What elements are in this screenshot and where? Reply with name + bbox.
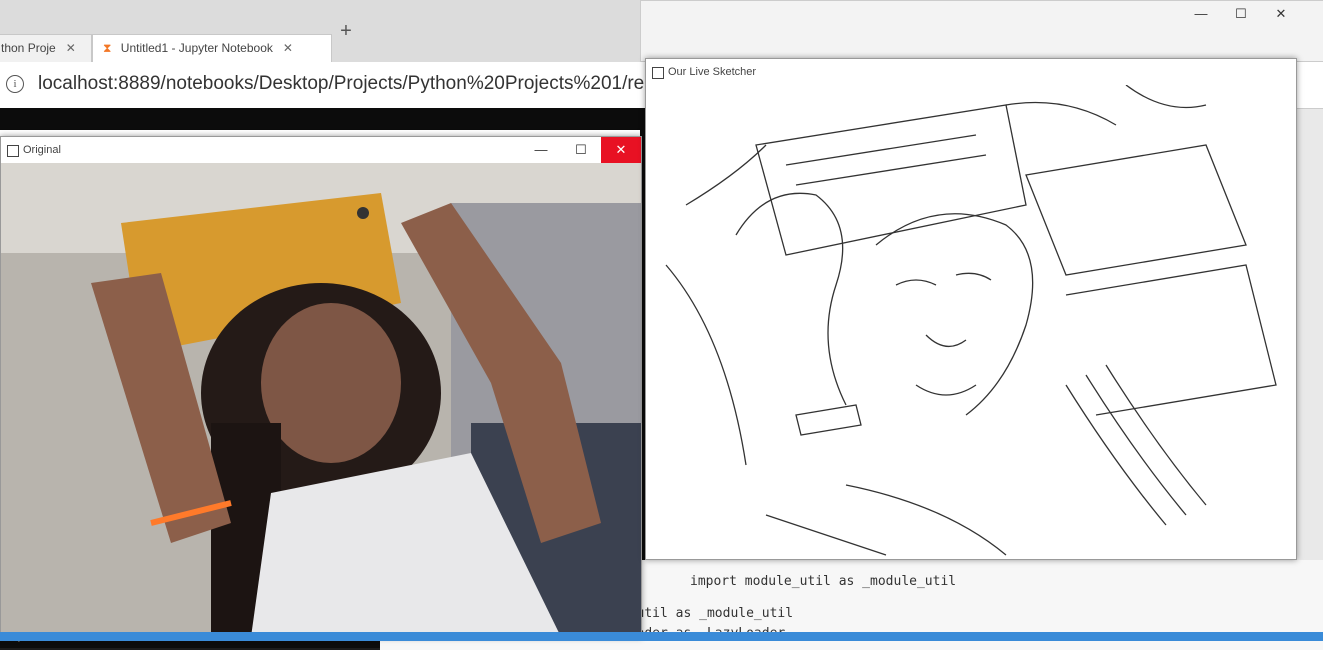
- maximize-button[interactable]: ☐: [561, 137, 601, 163]
- window-title: Original: [23, 144, 61, 156]
- close-icon[interactable]: ✕: [66, 41, 76, 55]
- jupyter-tab-icon: ⧗: [103, 41, 112, 55]
- close-button[interactable]: ✕: [1261, 1, 1301, 27]
- camera-feed-image: [1, 163, 641, 637]
- jupyter-window-frame: — ☐ ✕: [640, 0, 1323, 62]
- window-icon: [652, 67, 664, 79]
- sketch-canvas: [646, 85, 1296, 559]
- tab-python-projects[interactable]: thon Proje ✕: [0, 34, 92, 62]
- maximize-button[interactable]: ☐: [1221, 1, 1261, 27]
- window-title-bar: Original — ☐ ✕: [1, 137, 641, 163]
- tab-label: thon Proje: [1, 41, 56, 55]
- minimize-button[interactable]: —: [521, 137, 561, 163]
- new-tab-button[interactable]: +: [335, 20, 357, 42]
- window-title-bar: Our Live Sketcher: [646, 59, 1296, 85]
- taskbar-progress: [0, 632, 1323, 641]
- close-icon[interactable]: ✕: [283, 41, 293, 55]
- sketch-window: Our Live Sketcher: [645, 58, 1297, 560]
- code-line: import module_util as _module_util: [690, 574, 957, 589]
- close-button[interactable]: ✕: [601, 137, 641, 163]
- window-icon: [7, 145, 19, 157]
- original-window: Original — ☐ ✕: [0, 136, 642, 638]
- tab-label: Untitled1 - Jupyter Notebook: [120, 41, 273, 55]
- minimize-button[interactable]: —: [1181, 1, 1221, 27]
- tab-jupyter-notebook[interactable]: ⧗ Untitled1 - Jupyter Notebook ✕: [92, 34, 332, 62]
- info-icon[interactable]: i: [6, 75, 24, 93]
- window-title: Our Live Sketcher: [668, 66, 757, 78]
